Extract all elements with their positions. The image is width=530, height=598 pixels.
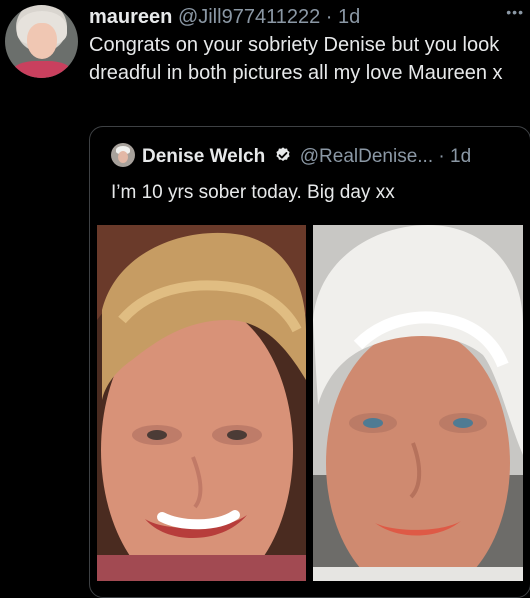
- quoted-display-name[interactable]: Denise Welch: [142, 146, 265, 167]
- user-handle[interactable]: @Jill977411222: [178, 6, 320, 28]
- quoted-tweet-time[interactable]: 1d: [450, 146, 471, 167]
- before-photo-illustration: [97, 225, 306, 581]
- separator-dot: ·: [325, 6, 333, 28]
- quoted-photos: [97, 225, 523, 585]
- avatar-shirt: [13, 61, 71, 78]
- before-photo[interactable]: [97, 225, 306, 581]
- quoted-separator-dot: ·: [438, 146, 445, 167]
- tweet-header: maureen @Jill977411222 · 1d: [89, 5, 360, 29]
- verified-badge-icon: [276, 147, 291, 161]
- tweet: maureen @Jill977411222 · 1d ••• Congrats…: [0, 0, 530, 598]
- tweet-text: Congrats on your sobriety Denise but you…: [89, 34, 503, 84]
- more-horizontal-icon[interactable]: •••: [506, 4, 524, 20]
- display-name[interactable]: maureen: [89, 6, 172, 28]
- quoted-user-handle[interactable]: @RealDenise...: [300, 146, 433, 167]
- quoted-tweet-text: I’m 10 yrs sober today. Big day xx: [111, 182, 395, 203]
- tweet-time[interactable]: 1d: [338, 6, 360, 28]
- quoted-user-avatar[interactable]: [111, 143, 135, 167]
- quoted-avatar-face: [118, 151, 128, 163]
- user-avatar[interactable]: [5, 5, 78, 78]
- avatar-face: [27, 23, 57, 59]
- quoted-header: Denise Welch @RealDenise... · 1d: [142, 145, 471, 169]
- after-photo-illustration: [313, 225, 523, 581]
- quoted-tweet[interactable]: Denise Welch @RealDenise... · 1d I’m 10 …: [89, 126, 530, 598]
- after-photo[interactable]: [313, 225, 523, 581]
